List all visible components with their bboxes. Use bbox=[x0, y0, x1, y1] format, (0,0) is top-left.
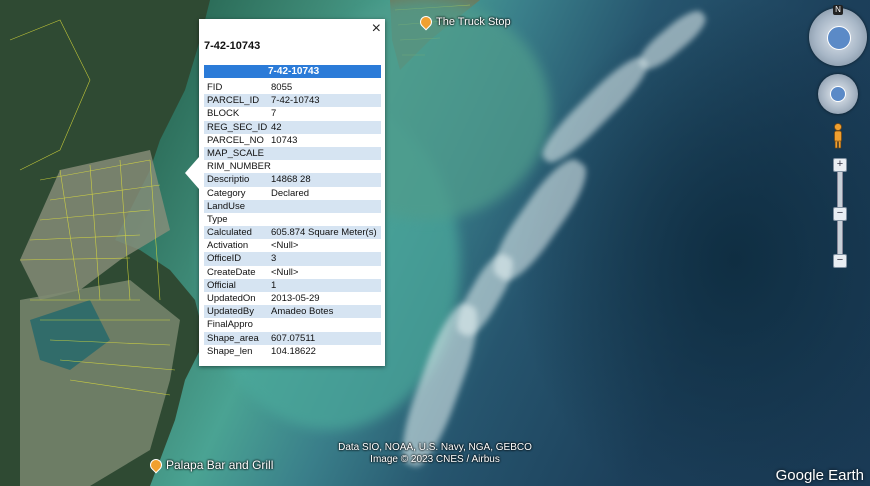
popup-title: 7-42-10743 bbox=[204, 40, 261, 52]
attribute-row: BLOCK 7 bbox=[204, 107, 381, 120]
attribute-key: Shape_len bbox=[207, 345, 253, 357]
zoom-out-icon[interactable]: − bbox=[833, 254, 847, 268]
attribute-key: FinalAppro bbox=[207, 319, 253, 331]
attribute-value: 1 bbox=[271, 279, 277, 291]
attribute-key: FID bbox=[207, 82, 223, 93]
attribute-key: UpdatedBy bbox=[207, 306, 255, 318]
parcel-info-popup: × 7-42-10743 7-42-10743 FID 8055 PARCEL_ID… bbox=[185, 19, 385, 366]
compass-icon[interactable]: N bbox=[809, 5, 867, 66]
attribute-row: FID 8055 bbox=[204, 81, 381, 94]
attribute-value: <Null> bbox=[271, 266, 299, 278]
attribute-key: PARCEL_NO bbox=[207, 134, 264, 146]
attribute-row: LandUse bbox=[204, 199, 381, 213]
zoom-in-icon[interactable]: + bbox=[833, 158, 847, 172]
attribute-key: UpdatedOn bbox=[207, 293, 256, 304]
attribute-table-header: 7-42-10743 bbox=[204, 65, 381, 78]
attribute-key: Type bbox=[207, 213, 228, 225]
poi-palapa[interactable]: Palapa Bar and Grill bbox=[147, 456, 274, 474]
location-pin-icon bbox=[147, 456, 165, 474]
attribute-row: RIM_NUMBER bbox=[204, 160, 381, 173]
attribute-row: Official 1 bbox=[204, 278, 381, 292]
attribute-key: Shape_area bbox=[207, 332, 259, 344]
look-center bbox=[830, 86, 846, 102]
attribute-key: Official bbox=[207, 279, 236, 291]
attribute-value: 7-42-10743 bbox=[271, 95, 320, 107]
attribute-value: Declared bbox=[271, 187, 310, 199]
attribution-line1: Data SIO, NOAA, U.S. Navy, NGA, GEBCO bbox=[338, 442, 532, 453]
attribute-key: Activation bbox=[207, 240, 249, 252]
attribute-row: PARCEL_NO 10743 bbox=[204, 134, 381, 147]
attribute-key: CreateDate bbox=[207, 266, 256, 278]
attribute-value: 10743 bbox=[271, 134, 298, 146]
attribute-key: Calculated bbox=[207, 227, 252, 239]
attribute-row: MAP_SCALE bbox=[204, 146, 381, 161]
attribute-row: UpdatedOn 2013-05-29 bbox=[204, 292, 381, 305]
attribute-row: Shape_len 104.18622 bbox=[204, 345, 381, 358]
attribute-value: 14868 28 bbox=[271, 174, 311, 186]
attribute-value: 605.874 Square Meter(s) bbox=[271, 227, 377, 239]
attribute-key: BLOCK bbox=[207, 108, 240, 120]
popup-pointer bbox=[185, 157, 199, 189]
attribute-row: FinalAppro bbox=[204, 318, 381, 331]
attribute-value: <Null> bbox=[271, 240, 299, 252]
attribute-key: PARCEL_ID bbox=[207, 95, 260, 107]
poi-label: Palapa Bar and Grill bbox=[166, 458, 274, 472]
attribute-row: REG_SEC_ID 42 bbox=[204, 120, 381, 134]
attribute-key: MAP_SCALE bbox=[207, 147, 265, 159]
attribute-row: OfficeID 3 bbox=[204, 252, 381, 266]
attribute-value: 8055 bbox=[271, 82, 293, 93]
attribute-row: Category Declared bbox=[204, 187, 381, 200]
satellite-map[interactable] bbox=[0, 0, 870, 486]
attribute-key: Category bbox=[207, 187, 246, 199]
zoom-slider-handle[interactable]: − bbox=[833, 207, 847, 221]
attribute-row: Calculated 605.874 Square Meter(s) bbox=[204, 226, 381, 240]
attribute-value: 42 bbox=[271, 121, 282, 133]
attribute-row: Type bbox=[204, 213, 381, 226]
attribute-row: UpdatedBy Amadeo Botes bbox=[204, 305, 381, 319]
attribute-row: Descriptio 14868 28 bbox=[204, 173, 381, 187]
attribute-value: 104.18622 bbox=[271, 345, 316, 357]
attribute-value: 607.07511 bbox=[271, 332, 316, 344]
attribute-row: CreateDate <Null> bbox=[204, 266, 381, 279]
attribute-key: Descriptio bbox=[207, 174, 250, 186]
attribute-value: Amadeo Botes bbox=[271, 306, 334, 318]
attribute-row: Shape_area 607.07511 bbox=[204, 331, 381, 345]
location-pin-icon bbox=[417, 13, 435, 31]
north-indicator: N bbox=[833, 5, 843, 15]
pegman-icon[interactable] bbox=[832, 123, 844, 149]
attribute-key: REG_SEC_ID bbox=[207, 121, 268, 133]
map-attribution: Data SIO, NOAA, U.S. Navy, NGA, GEBCO Im… bbox=[320, 442, 550, 466]
poi-label: The Truck Stop bbox=[436, 16, 511, 28]
attribute-row: PARCEL_ID 7-42-10743 bbox=[204, 94, 381, 108]
attribute-row: Activation <Null> bbox=[204, 239, 381, 252]
close-icon[interactable]: × bbox=[372, 20, 381, 38]
attribution-line2: Image © 2023 CNES / Airbus bbox=[370, 454, 500, 465]
look-around-icon[interactable] bbox=[818, 74, 858, 114]
attribute-value: 2013-05-29 bbox=[271, 293, 320, 304]
attribute-key: OfficeID bbox=[207, 253, 242, 265]
attribute-value: 7 bbox=[271, 108, 277, 120]
attribute-key: LandUse bbox=[207, 200, 246, 212]
attribute-key: RIM_NUMBER bbox=[207, 161, 271, 173]
poi-truck-stop[interactable]: The Truck Stop bbox=[417, 13, 511, 31]
attribute-value: 3 bbox=[271, 253, 277, 265]
attribute-table: FID 8055 PARCEL_ID 7-42-10743 BLOCK 7 REG_SEC_… bbox=[204, 81, 381, 358]
header-value: 7-42-10743 bbox=[268, 66, 320, 77]
compass-center bbox=[827, 26, 851, 50]
brand-logo: Google Earth bbox=[775, 467, 864, 484]
